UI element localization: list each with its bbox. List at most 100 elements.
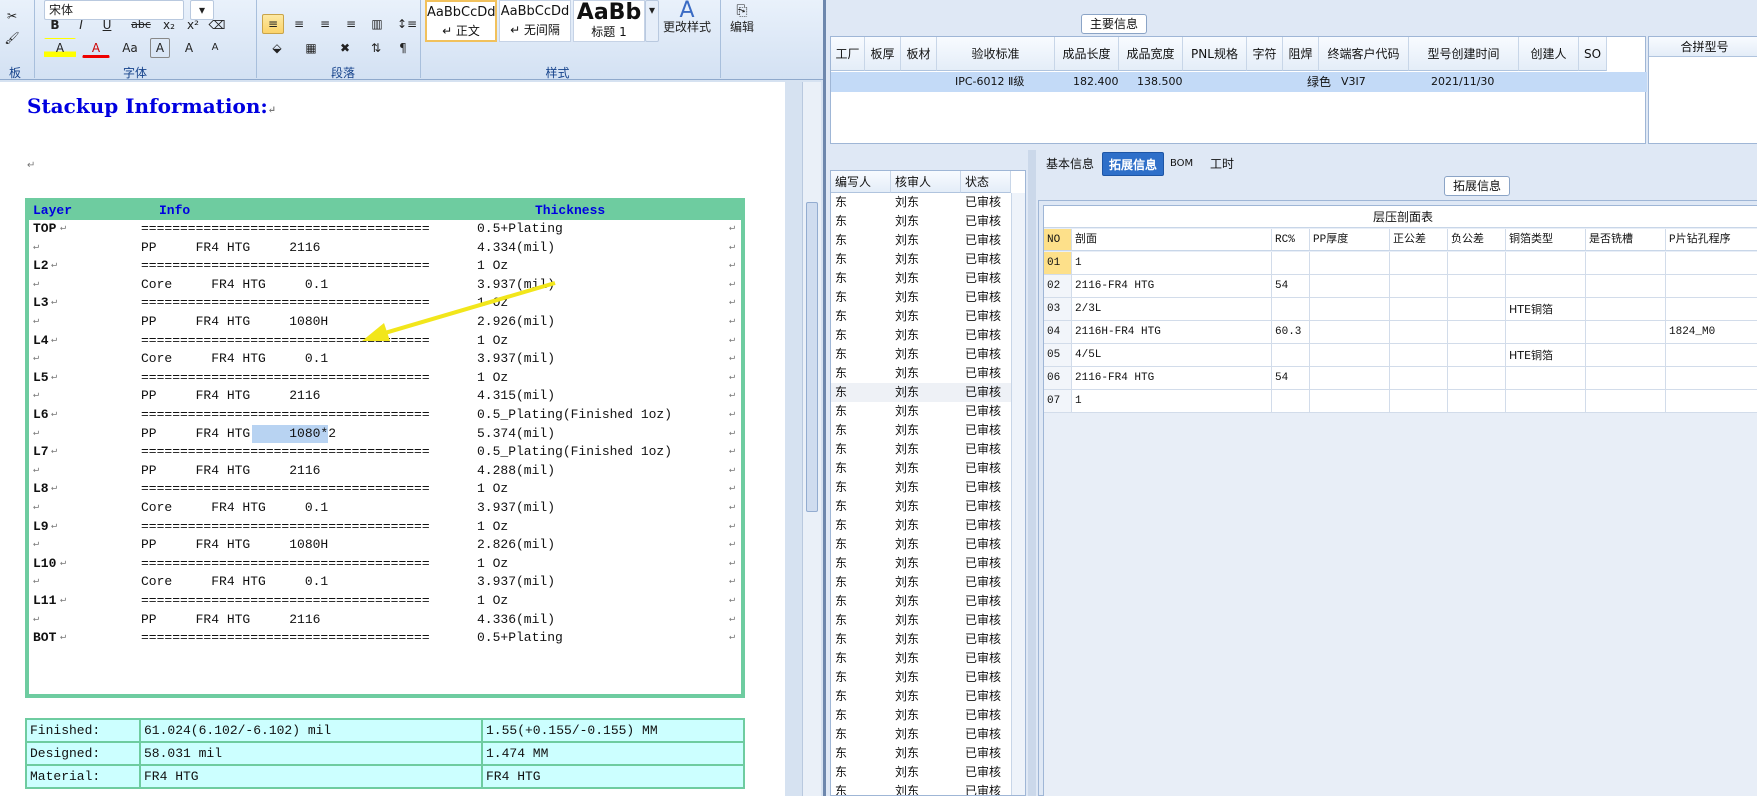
lam-cell[interactable] <box>1448 344 1506 367</box>
sort-icon[interactable]: ⇅ <box>364 38 388 58</box>
lam-cell[interactable]: 02 <box>1044 275 1072 298</box>
lam-cell[interactable]: 54 <box>1272 275 1310 298</box>
lam-cell[interactable] <box>1506 390 1586 413</box>
style-no-spacing[interactable]: AaBbCcDd ↵ 无间隔 <box>499 0 571 42</box>
cut-icon[interactable]: ✂ <box>2 6 22 26</box>
lam-cell[interactable] <box>1666 298 1757 321</box>
lam-cell[interactable] <box>1310 298 1390 321</box>
lam-col-7[interactable]: 是否铣槽 <box>1586 229 1666 251</box>
list-item[interactable]: 东 刘东 已审核 <box>831 630 1011 649</box>
tab-bom[interactable]: BOM <box>1164 152 1199 176</box>
lam-cell[interactable]: 2/3L <box>1072 298 1272 321</box>
lam-cell[interactable] <box>1272 298 1310 321</box>
list-item[interactable]: 东 刘东 已审核 <box>831 763 1011 782</box>
list-item[interactable]: 东 刘东 已审核 <box>831 725 1011 744</box>
styles-scroll-icon[interactable]: ▾ <box>645 0 659 42</box>
shrink-font-button[interactable]: A <box>204 38 226 58</box>
lam-cell[interactable]: HTE铜箔 <box>1506 298 1586 321</box>
lam-cell[interactable] <box>1586 252 1666 275</box>
list-item[interactable]: 东 刘东 已审核 <box>831 212 1011 231</box>
lam-cell[interactable] <box>1310 367 1390 390</box>
lam-cell[interactable] <box>1506 367 1586 390</box>
lam-cell[interactable] <box>1586 298 1666 321</box>
list-item[interactable]: 东 刘东 已审核 <box>831 421 1011 440</box>
lam-cell[interactable] <box>1666 367 1757 390</box>
lam-cell[interactable] <box>1448 390 1506 413</box>
main-col-1[interactable]: 板厚 <box>865 37 901 71</box>
lam-cell[interactable]: 1824_M0 <box>1666 321 1757 344</box>
list-item[interactable]: 东 刘东 已审核 <box>831 193 1011 212</box>
style-heading-1[interactable]: AaBb 标题 1 <box>573 0 645 42</box>
main-col-0[interactable]: 工厂 <box>831 37 865 71</box>
list-item[interactable]: 东 刘东 已审核 <box>831 535 1011 554</box>
subscript-button[interactable]: x₂ <box>158 15 180 35</box>
list-scrollbar[interactable] <box>1011 193 1025 795</box>
lam-cell[interactable] <box>1448 275 1506 298</box>
strikethrough-button[interactable]: abc <box>128 15 154 35</box>
show-marks-icon[interactable]: ¶ <box>392 38 414 58</box>
list-item[interactable]: 东 刘东 已审核 <box>831 649 1011 668</box>
lam-cell[interactable]: HTE铜箔 <box>1506 344 1586 367</box>
lam-col-5[interactable]: 负公差 <box>1448 229 1506 251</box>
main-col-3[interactable]: 验收标准 <box>937 37 1055 71</box>
lam-cell[interactable]: 2116-FR4 HTG <box>1072 275 1272 298</box>
list-item[interactable]: 东 刘东 已审核 <box>831 364 1011 383</box>
highlight-button[interactable]: A <box>44 38 76 58</box>
list-item[interactable]: 东 刘东 已审核 <box>831 744 1011 763</box>
change-styles-button[interactable]: A 更改样式 <box>662 0 712 54</box>
align-left-icon[interactable]: ≡ <box>262 14 284 34</box>
main-col-7[interactable]: 字符 <box>1247 37 1283 71</box>
main-col-12[interactable]: SO <box>1579 37 1607 71</box>
lam-row[interactable]: 06 2116-FR4 HTG 54 <box>1044 367 1757 390</box>
lam-cell[interactable]: 04 <box>1044 321 1072 344</box>
lam-cell[interactable] <box>1390 298 1448 321</box>
lam-cell[interactable]: 1 <box>1072 390 1272 413</box>
lam-col-0[interactable]: NO <box>1044 229 1072 251</box>
list-item[interactable]: 东 刘东 已审核 <box>831 459 1011 478</box>
align-right-icon[interactable]: ≡ <box>314 14 336 34</box>
lam-col-6[interactable]: 铜箔类型 <box>1506 229 1586 251</box>
list-item[interactable]: 东 刘东 已审核 <box>831 250 1011 269</box>
lam-cell[interactable] <box>1586 321 1666 344</box>
lam-cell[interactable]: 54 <box>1272 367 1310 390</box>
lam-cell[interactable] <box>1586 344 1666 367</box>
lam-cell[interactable] <box>1666 390 1757 413</box>
main-col-5[interactable]: 成品宽度 <box>1119 37 1183 71</box>
list-item[interactable]: 东 刘东 已审核 <box>831 326 1011 345</box>
lam-cell[interactable] <box>1390 275 1448 298</box>
selected-row[interactable] <box>831 72 1647 92</box>
list-item[interactable]: 东 刘东 已审核 <box>831 383 1011 402</box>
lam-cell[interactable] <box>1272 344 1310 367</box>
italic-button[interactable]: I <box>70 15 92 35</box>
style-normal[interactable]: AaBbCcDd ↵ 正文 <box>425 0 497 42</box>
tab-hours[interactable]: 工时 <box>1204 152 1240 176</box>
line-spacing-icon[interactable]: ↕≡ <box>392 14 422 34</box>
borders-icon[interactable]: ▦ <box>296 38 326 58</box>
main-col-6[interactable]: PNL规格 <box>1183 37 1247 71</box>
lam-cell[interactable] <box>1666 275 1757 298</box>
lam-row[interactable]: 03 2/3L HTE铜箔 <box>1044 298 1757 321</box>
lam-cell[interactable]: 60.3 <box>1272 321 1310 344</box>
superscript-button[interactable]: x² <box>182 15 204 35</box>
justify-icon[interactable]: ≡ <box>340 14 362 34</box>
lam-cell[interactable] <box>1448 298 1506 321</box>
clear-format-icon[interactable]: ⌫ <box>206 15 228 35</box>
list-item[interactable]: 东 刘东 已审核 <box>831 611 1011 630</box>
lam-cell[interactable] <box>1586 275 1666 298</box>
lam-col-8[interactable]: P片钻孔程序 <box>1666 229 1757 251</box>
distribute-icon[interactable]: ▥ <box>366 14 388 34</box>
list-item[interactable]: 东 刘东 已审核 <box>831 231 1011 250</box>
main-col-2[interactable]: 板材 <box>901 37 937 71</box>
list-item[interactable]: 东 刘东 已审核 <box>831 307 1011 326</box>
lam-cell[interactable] <box>1390 367 1448 390</box>
lam-row[interactable]: 04 2116H-FR4 HTG 60.3 1824_M0 <box>1044 321 1757 344</box>
lam-cell[interactable]: 2116H-FR4 HTG <box>1072 321 1272 344</box>
format-painter-icon[interactable]: 🖌 <box>2 28 22 48</box>
lam-cell[interactable] <box>1506 252 1586 275</box>
list-item[interactable]: 东 刘东 已审核 <box>831 478 1011 497</box>
lam-col-2[interactable]: RC% <box>1272 229 1310 251</box>
main-col-9[interactable]: 终端客户代码 <box>1319 37 1409 71</box>
lam-cell[interactable]: 03 <box>1044 298 1072 321</box>
list-item[interactable]: 东 刘东 已审核 <box>831 687 1011 706</box>
chinese-layout-icon[interactable]: ✖ <box>330 38 360 58</box>
